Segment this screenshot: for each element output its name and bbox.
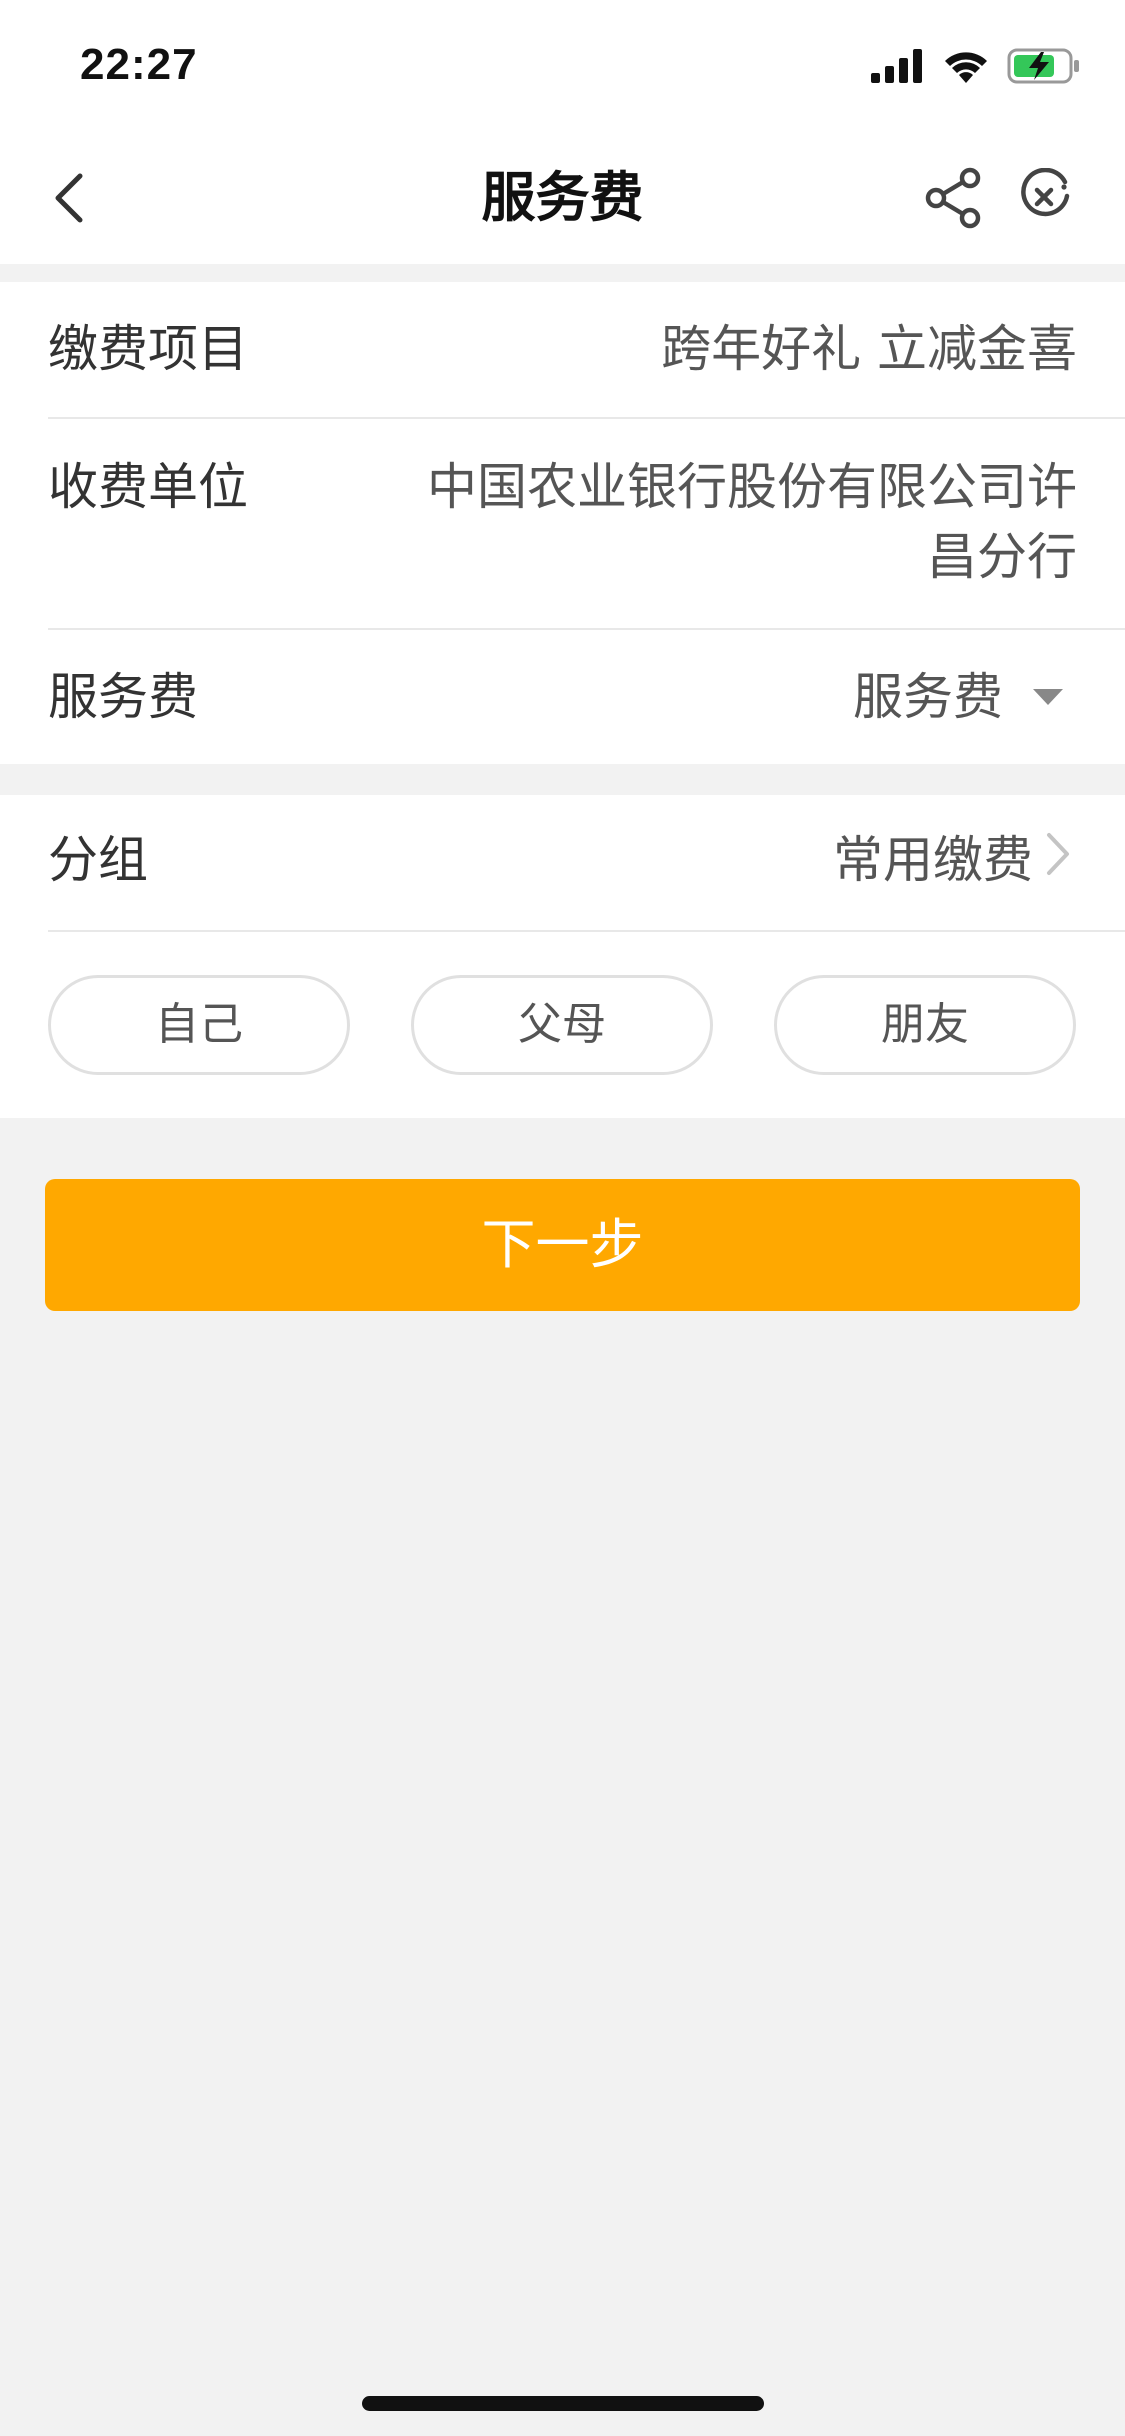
divider (48, 628, 1125, 630)
fee-type-value: 服务费 (853, 668, 1003, 726)
payment-item-row: 缴费项目 跨年好礼 立减金喜 (48, 314, 1125, 384)
next-step-button[interactable]: 下一步 (45, 1179, 1080, 1311)
divider (48, 417, 1125, 419)
status-time: 22:27 (80, 40, 198, 89)
chevron-right-icon (1045, 825, 1071, 895)
fee-type-label: 服务费 (48, 668, 198, 726)
nav-bar: 服务费 (0, 132, 1125, 264)
dropdown-caret-icon (1033, 688, 1063, 705)
group-option-parents[interactable]: 父母 (411, 975, 713, 1075)
share-icon[interactable] (922, 166, 986, 230)
status-icons (871, 46, 1081, 90)
signal-icon (871, 49, 925, 87)
payee-value-line2: 昌分行 (927, 528, 1077, 586)
close-icon[interactable] (1015, 167, 1075, 228)
fee-type-select[interactable]: 服务费 (853, 662, 1063, 732)
payee-value: 中国农业银行股份有限公司许 昌分行 (427, 452, 1077, 592)
group-row[interactable]: 分组 常用缴费 (48, 825, 1125, 895)
payment-item-value: 跨年好礼 立减金喜 (661, 320, 1077, 378)
group-label: 分组 (48, 831, 148, 889)
group-value-text: 常用缴费 (833, 831, 1033, 889)
group-option-friends[interactable]: 朋友 (774, 975, 1076, 1075)
payment-item-label: 缴费项目 (48, 320, 248, 378)
payee-row: 收费单位 中国农业银行股份有限公司许 昌分行 (48, 452, 1125, 592)
group-option-self[interactable]: 自己 (48, 975, 350, 1075)
home-indicator (362, 2396, 764, 2411)
battery-charging-icon (1007, 48, 1081, 88)
fee-type-row[interactable]: 服务费 服务费 (48, 662, 1125, 732)
group-value[interactable]: 常用缴费 (833, 825, 1071, 899)
status-bar: 22:27 (0, 0, 1125, 132)
payment-info-card: 缴费项目 跨年好礼 立减金喜 收费单位 中国农业银行股份有限公司许 昌分行 服务… (0, 282, 1125, 764)
payee-value-line1: 中国农业银行股份有限公司许 (427, 458, 1077, 516)
payee-label: 收费单位 (48, 458, 248, 516)
wifi-icon (943, 49, 989, 87)
divider (48, 930, 1125, 932)
